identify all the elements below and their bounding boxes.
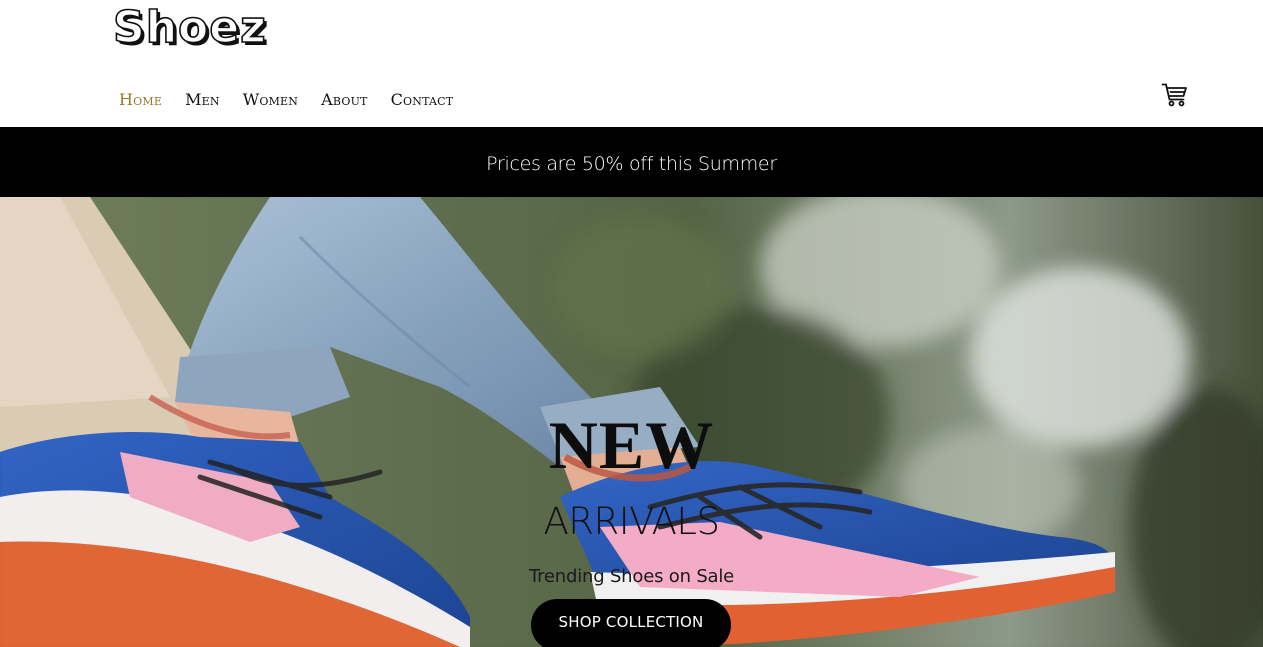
site-header: Shoez Home Men Women About Contact [0,0,1263,127]
nav-link-about[interactable]: About [321,88,367,112]
nav-link-women[interactable]: Women [243,88,298,112]
shop-collection-button[interactable]: SHOP COLLECTION [531,599,731,647]
main-nav: Home Men Women About Contact [119,88,476,112]
shopping-cart-icon[interactable] [1161,82,1188,108]
promo-banner: Prices are 50% off this Summer [0,127,1263,197]
hero-title: NEW [548,407,715,483]
brand-logo[interactable]: Shoez [112,1,267,54]
promo-text: Prices are 50% off this Summer [486,153,777,175]
hero-subtitle: ARRIVALS [543,500,721,543]
hero-tagline: Trending Shoes on Sale [528,566,735,587]
hero-copy: NEW ARRIVALS Trending Shoes on Sale SHOP… [0,197,1263,647]
nav-link-contact[interactable]: Contact [391,88,454,112]
nav-link-home[interactable]: Home [119,88,162,112]
hero-section: NEW ARRIVALS Trending Shoes on Sale SHOP… [0,197,1263,647]
nav-link-men[interactable]: Men [185,88,220,112]
